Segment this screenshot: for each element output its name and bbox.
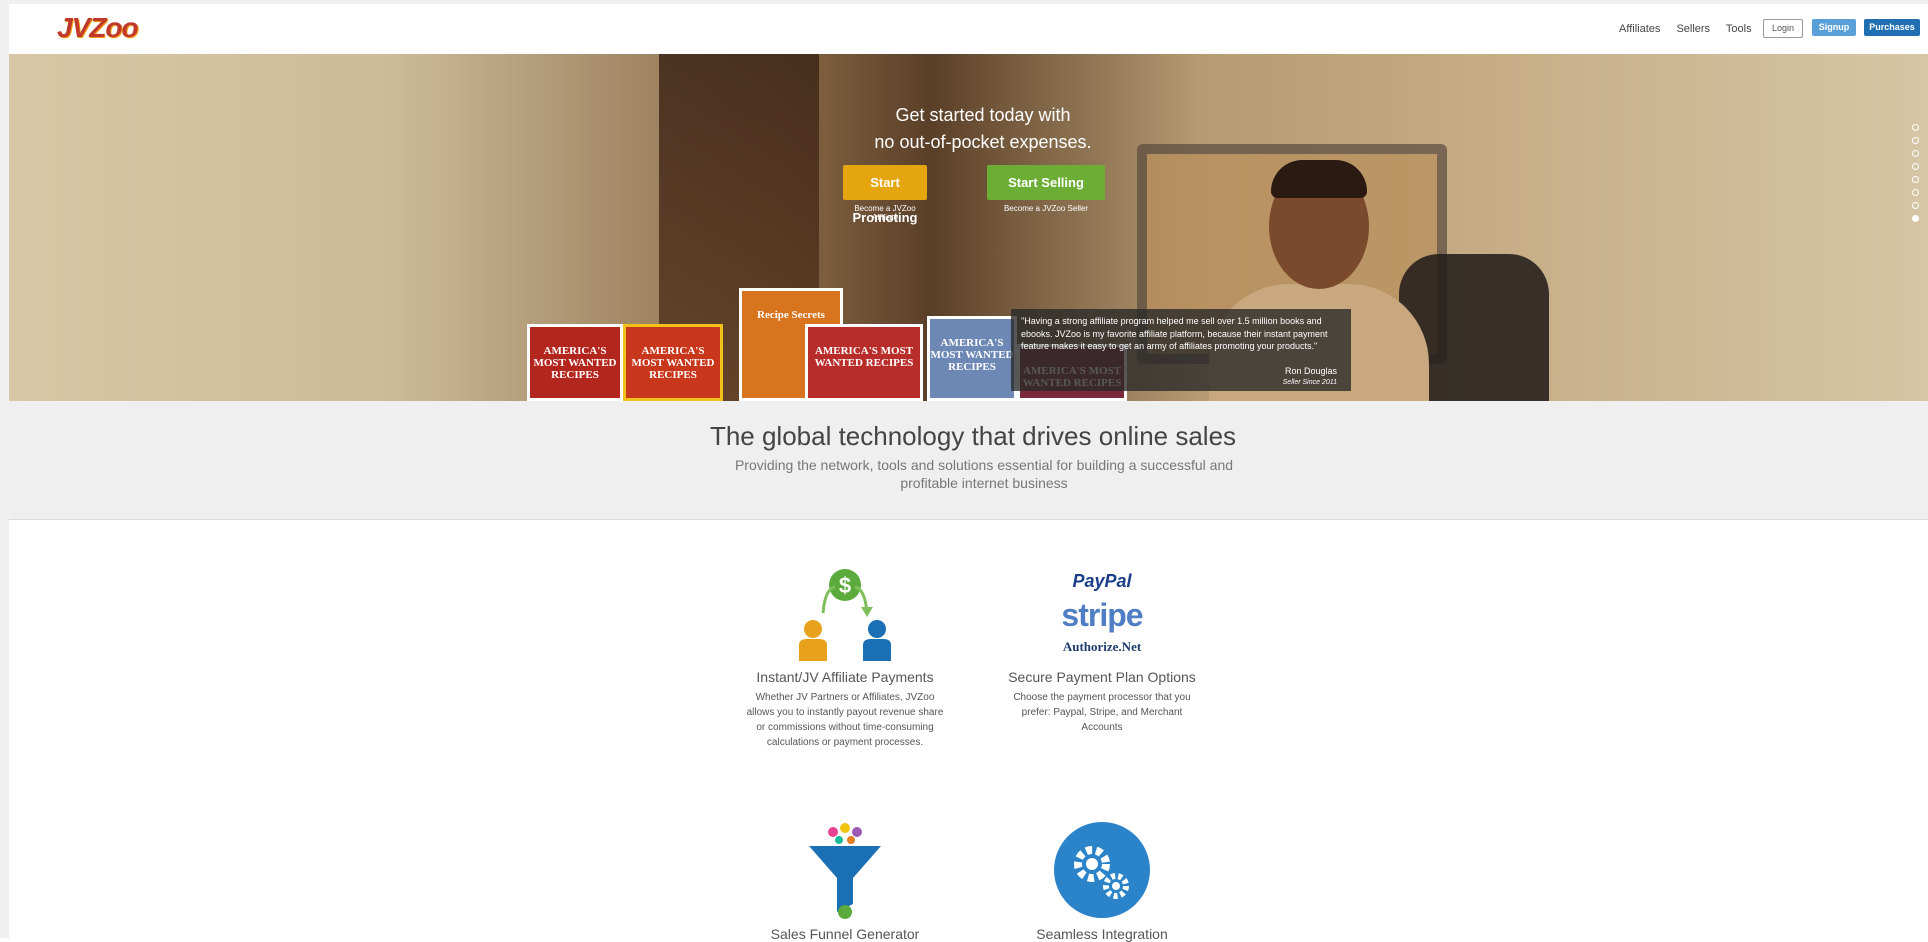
nav-sellers[interactable]: Sellers: [1676, 23, 1710, 35]
site-header: JVZoo Affiliates Sellers Tools Login Sig…: [9, 4, 1928, 54]
nav-affiliates[interactable]: Affiliates: [1619, 23, 1660, 35]
promote-subtext: Become a JVZoo Affiliate: [854, 204, 916, 222]
feature-title: Instant/JV Affiliate Payments: [756, 669, 934, 685]
slider-dot[interactable]: [1912, 215, 1919, 222]
feature-affiliate-payments: $ Instant/JV Affiliate Payments Whether …: [745, 563, 945, 750]
feature-sales-funnel: Sales Funnel Generator: [745, 820, 945, 942]
main-nav: Affiliates Sellers Tools: [1619, 23, 1765, 35]
slider-dot[interactable]: [1912, 163, 1919, 170]
authorize-net-logo: Authorize.Net: [1062, 639, 1142, 654]
start-promoting-button[interactable]: Start Promoting: [843, 165, 927, 225]
feature-description: Whether JV Partners or Affiliates, JVZoo…: [746, 692, 944, 748]
testimonial-box: "Having a strong affiliate program helpe…: [1011, 309, 1351, 391]
hero-slider: AMERICA'S MOST WANTED RECIPES AMERICA'S …: [9, 54, 1928, 401]
paypal-logo: PayPal: [1072, 571, 1132, 591]
slider-dot[interactable]: [1912, 189, 1919, 196]
feature-payment-options: PayPal stripe Authorize.Net Secure Payme…: [1002, 563, 1202, 735]
nav-tools[interactable]: Tools: [1726, 23, 1752, 35]
payment-processors-logos: PayPal stripe Authorize.Net: [1052, 563, 1152, 663]
book-cover: AMERICA'S MOST WANTED RECIPES: [527, 324, 623, 401]
feature-title: Sales Funnel Generator: [770, 926, 920, 942]
testimonial-since: Seller Since 2011: [1282, 379, 1337, 386]
tagline-band: The global technology that drives online…: [9, 401, 1928, 520]
feature-title: Seamless Integration: [1036, 926, 1168, 942]
login-button[interactable]: Login: [1763, 19, 1803, 38]
feature-seamless-integration: Seamless Integration: [1002, 820, 1202, 942]
integration-gears-icon: [1052, 820, 1152, 920]
hero-heading: Get started today with no out-of-pocket …: [874, 105, 1092, 152]
slider-dot[interactable]: [1912, 176, 1919, 183]
signup-button[interactable]: Signup: [1812, 19, 1856, 36]
sales-funnel-icon: [795, 820, 895, 920]
stripe-logo: stripe: [1061, 597, 1143, 633]
feature-description: Choose the payment processor that you pr…: [1013, 692, 1191, 733]
feature-title: Secure Payment Plan Options: [1008, 669, 1196, 685]
testimonial-quote: "Having a strong affiliate program helpe…: [1021, 316, 1328, 351]
slider-dot[interactable]: [1912, 137, 1919, 144]
svg-text:$: $: [839, 573, 851, 598]
purchases-button[interactable]: Purchases: [1864, 19, 1920, 36]
slider-dot[interactable]: [1912, 150, 1919, 157]
slider-dot[interactable]: [1912, 202, 1919, 209]
slider-pagination: [1912, 124, 1922, 228]
jvzoo-logo[interactable]: JVZoo: [57, 12, 139, 44]
book-cover: AMERICA'S MOST WANTED RECIPES: [927, 316, 1017, 401]
tagline-subtitle: Providing the network, tools and solutio…: [734, 457, 1234, 491]
affiliate-payments-icon: $: [795, 563, 895, 663]
book-cover: AMERICA'S MOST WANTED RECIPES: [623, 324, 723, 401]
book-cover: AMERICA'S MOST WANTED RECIPES: [805, 324, 923, 401]
page-edge-left: [0, 0, 9, 938]
slider-dot[interactable]: [1912, 124, 1919, 131]
start-selling-button[interactable]: Start Selling: [987, 165, 1105, 200]
testimonial-name: Ron Douglas: [1284, 366, 1337, 376]
tagline-title: The global technology that drives online…: [709, 421, 1237, 451]
sell-subtext: Become a JVZoo Seller: [1003, 204, 1089, 213]
